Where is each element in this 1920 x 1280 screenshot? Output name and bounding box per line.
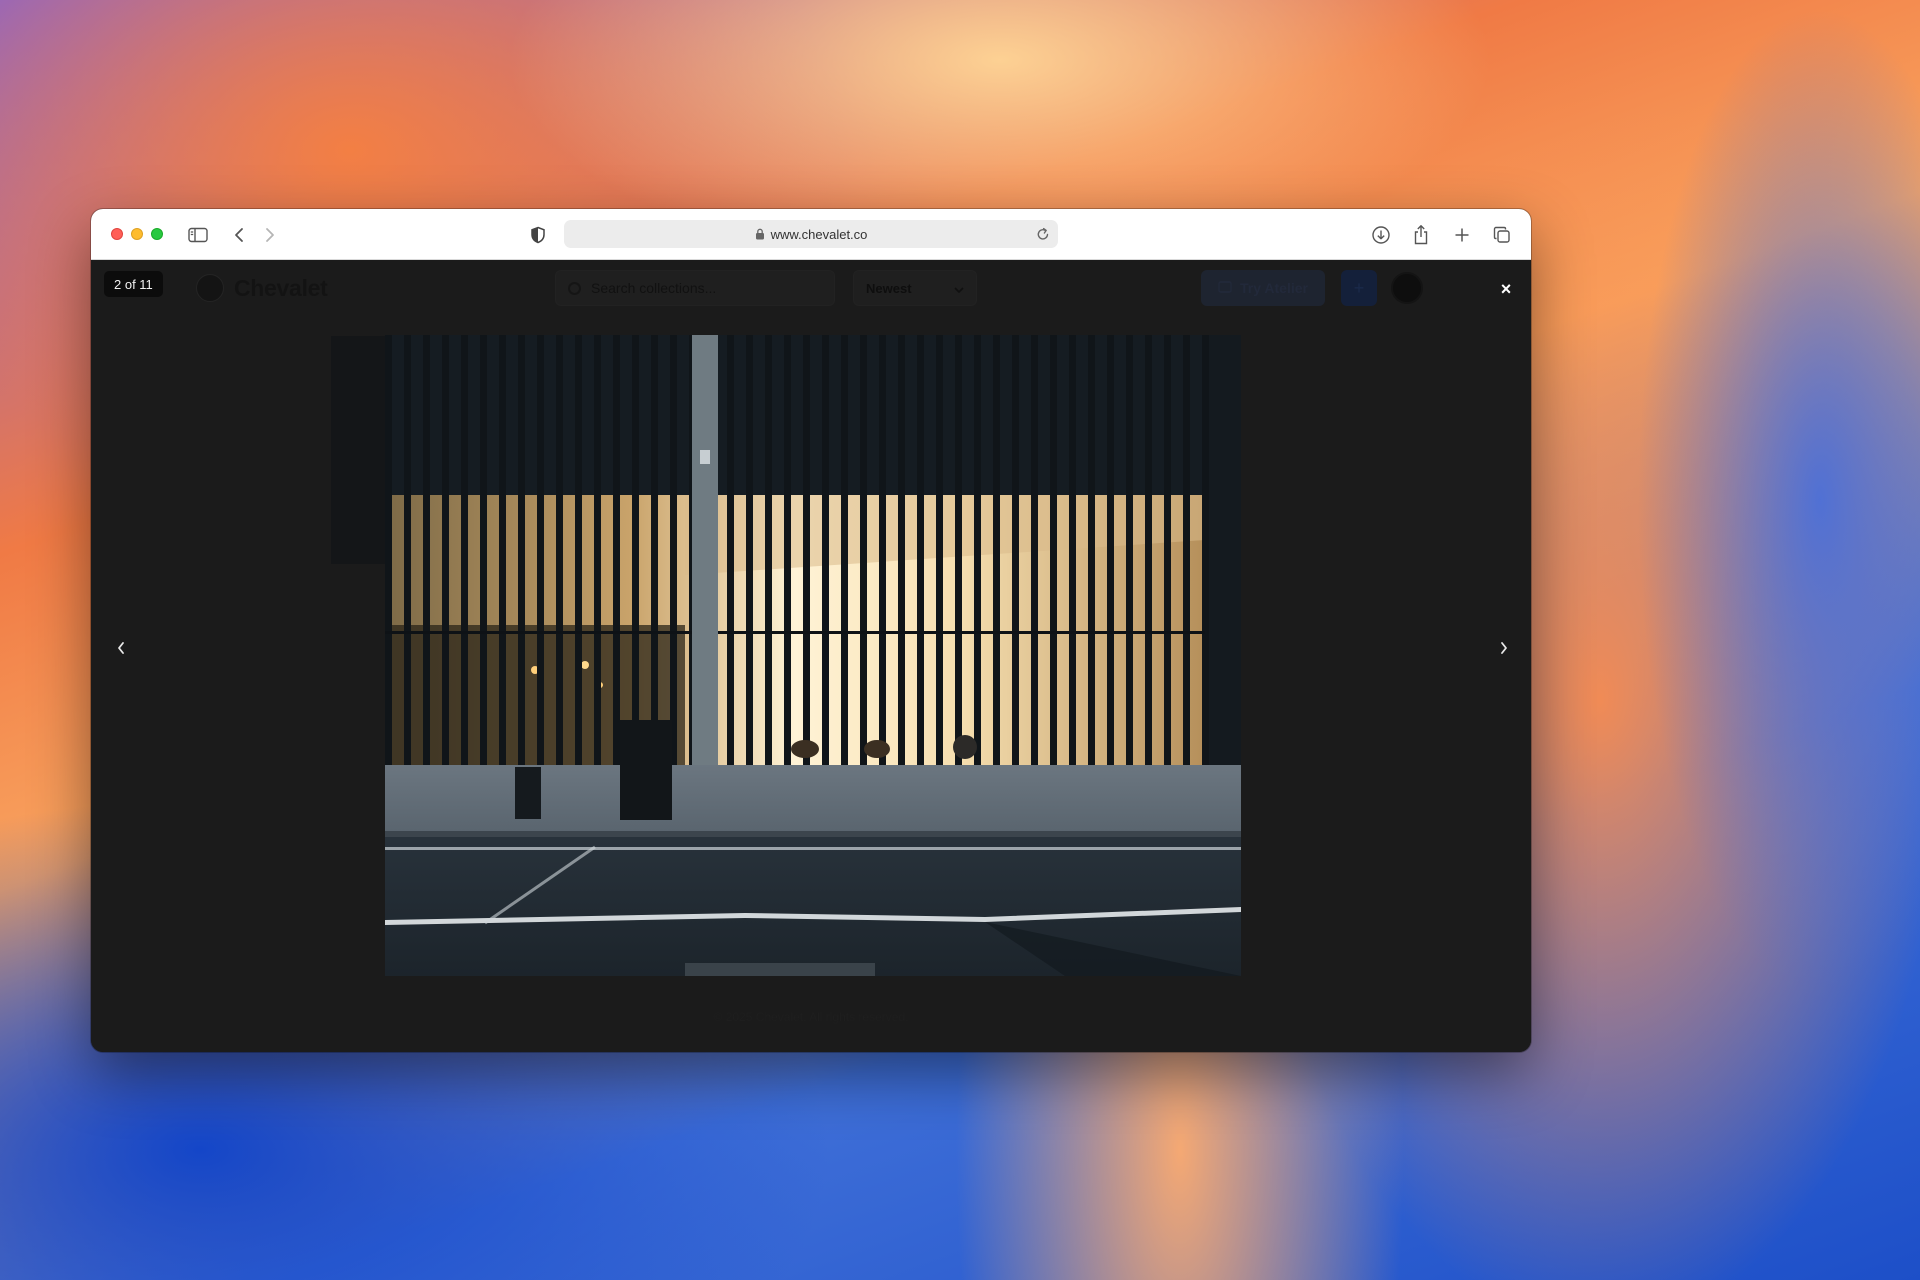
- sidebar-icon[interactable]: [185, 222, 211, 248]
- next-image-button[interactable]: [1489, 635, 1519, 665]
- close-lightbox-button[interactable]: ×: [1495, 278, 1517, 300]
- chevron-left-icon: [116, 641, 126, 660]
- logo-icon: [196, 274, 224, 302]
- browser-window: www.chevalet.co Chevalet Search collecti…: [91, 209, 1531, 1052]
- search-icon: [568, 281, 581, 295]
- reload-icon[interactable]: [1036, 226, 1050, 242]
- image-counter: 2 of 11: [104, 271, 163, 297]
- add-label: +: [1353, 277, 1365, 298]
- zoom-window-button[interactable]: [151, 228, 163, 240]
- sort-select[interactable]: Newest: [853, 270, 977, 306]
- browser-toolbar: www.chevalet.co: [91, 209, 1531, 260]
- close-window-button[interactable]: [111, 228, 123, 240]
- background-card: [331, 336, 391, 564]
- lock-icon: [755, 228, 765, 240]
- sort-value: Newest: [866, 280, 912, 296]
- lightbox-overlay: Chevalet Search collections... Newest Tr…: [91, 260, 1531, 1052]
- counter-text: 2 of 11: [114, 276, 153, 292]
- search-placeholder: Search collections...: [591, 280, 717, 296]
- site-logo[interactable]: Chevalet: [196, 274, 328, 302]
- site-header: Chevalet Search collections... Newest Tr…: [91, 260, 1531, 318]
- search-input[interactable]: Search collections...: [555, 270, 835, 306]
- try-atelier-label: Try Atelier: [1240, 280, 1308, 296]
- atelier-icon: [1218, 280, 1232, 296]
- site-footer: © 2025 Chevalet. All rights reserved.: [713, 1010, 909, 1024]
- chevron-right-icon: [1499, 641, 1509, 660]
- avatar[interactable]: [1391, 272, 1423, 304]
- download-icon[interactable]: [1368, 222, 1394, 248]
- share-icon[interactable]: [1408, 222, 1434, 248]
- add-button[interactable]: +: [1341, 270, 1377, 306]
- back-icon[interactable]: [226, 222, 252, 248]
- close-icon: ×: [1500, 278, 1512, 299]
- forward-icon[interactable]: [257, 222, 283, 248]
- address-bar[interactable]: www.chevalet.co: [564, 220, 1058, 248]
- url-text: www.chevalet.co: [770, 226, 868, 242]
- minimize-window-button[interactable]: [131, 228, 143, 240]
- lightbox-photo: [385, 335, 1241, 976]
- previous-image-button[interactable]: [106, 635, 136, 665]
- tabs-overview-icon[interactable]: [1489, 222, 1515, 248]
- brand-name: Chevalet: [234, 274, 328, 301]
- new-tab-icon[interactable]: [1449, 222, 1475, 248]
- chevron-down-icon: [954, 281, 964, 296]
- shield-icon[interactable]: [525, 222, 551, 248]
- try-atelier-button[interactable]: Try Atelier: [1201, 270, 1325, 306]
